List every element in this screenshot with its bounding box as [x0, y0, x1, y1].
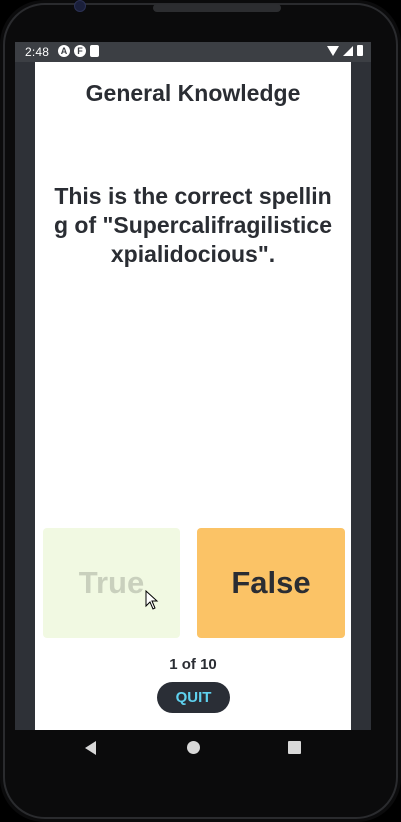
battery-icon	[357, 45, 363, 56]
status-notification-icons: A F	[58, 45, 99, 57]
question-progress: 1 of 10	[169, 656, 217, 673]
f-icon: F	[74, 45, 86, 57]
false-button-label: False	[231, 565, 311, 600]
status-time: 2:48	[25, 45, 50, 59]
false-button[interactable]: False	[197, 528, 345, 638]
quiz-card: General Knowledge This is the correct sp…	[35, 62, 351, 730]
true-button[interactable]: True	[43, 528, 180, 638]
recents-icon[interactable]	[288, 741, 301, 754]
a-icon: A	[58, 45, 70, 57]
quit-button[interactable]: QUIT	[157, 682, 230, 713]
navigation-bar	[0, 730, 401, 766]
phone-frame: 2:48 A F General Knowledge This is the c…	[0, 0, 401, 822]
sd-card-icon	[90, 45, 99, 57]
category-title: General Knowledge	[85, 80, 301, 106]
home-icon[interactable]	[187, 741, 200, 754]
status-bar: 2:48 A F	[15, 42, 371, 62]
wifi-icon	[327, 45, 339, 56]
question-text: This is the correct spelling of "Superca…	[53, 183, 333, 267]
back-icon[interactable]	[85, 741, 96, 755]
true-button-label: True	[78, 565, 145, 600]
signal-icon	[343, 45, 353, 56]
mouse-cursor-icon	[145, 590, 159, 610]
quit-button-label: QUIT	[175, 689, 212, 706]
earpiece-speaker	[153, 4, 281, 12]
front-camera	[74, 0, 86, 12]
phone-screen: 2:48 A F General Knowledge This is the c…	[15, 42, 371, 730]
status-system-icons	[327, 45, 363, 56]
